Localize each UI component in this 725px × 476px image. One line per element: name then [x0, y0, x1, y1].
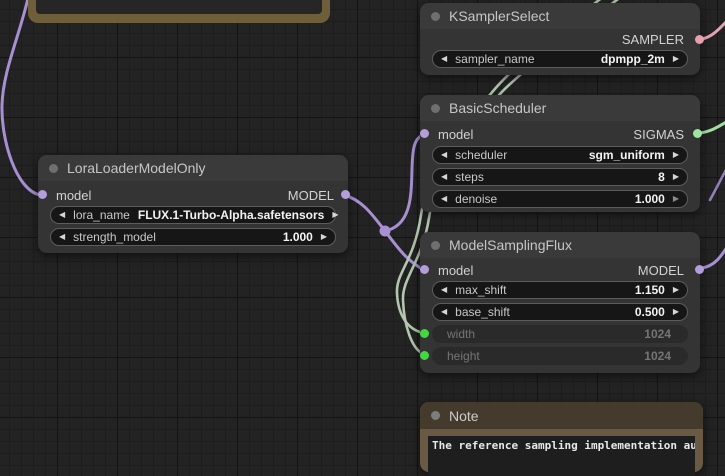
wire-loraloader-to-basicscheduler: [383, 133, 426, 233]
widget-value: 1.000: [282, 230, 313, 244]
widget-label: height: [447, 349, 480, 363]
comfyui-canvas[interactable]: { "colors": { "wire_model": "#a78fd2", "…: [0, 0, 725, 476]
arrow-left-icon[interactable]: ◀: [441, 286, 447, 294]
widget-label: width: [447, 327, 476, 341]
arrow-right-icon[interactable]: ▶: [673, 195, 679, 203]
widget-label: denoise: [455, 192, 498, 206]
node-title: ModelSamplingFlux: [449, 237, 572, 253]
arrow-left-icon[interactable]: ◀: [441, 308, 447, 316]
arrow-right-icon[interactable]: ▶: [673, 151, 679, 159]
note-text-area[interactable]: The reference sampling implementation au…: [428, 436, 695, 476]
arrow-left-icon[interactable]: ◀: [441, 173, 447, 181]
widget-value: FLUX.1-Turbo-Alpha.safetensors: [137, 208, 325, 222]
node-ksamplerselect[interactable]: KSamplerSelect SAMPLER ◀ sampler_name dp…: [420, 3, 704, 75]
widget-width-converted-input: width 1024: [432, 325, 688, 343]
arrow-right-icon[interactable]: ▶: [673, 308, 679, 316]
node-titlebar[interactable]: KSamplerSelect: [420, 3, 700, 29]
output-slot-sigmas-dot[interactable]: [693, 129, 702, 138]
node-title: LoraLoaderModelOnly: [67, 160, 206, 176]
collapse-dot-icon[interactable]: [431, 240, 440, 250]
widget-value: sgm_uniform: [588, 148, 665, 162]
widget-label: base_shift: [455, 305, 510, 319]
link-midpoint-dot[interactable]: [379, 225, 391, 237]
collapse-dot-icon[interactable]: [431, 411, 440, 420]
arrow-left-icon[interactable]: ◀: [59, 233, 65, 241]
output-label-sigmas: SIGMAS: [633, 127, 684, 142]
node-titlebar[interactable]: LoraLoaderModelOnly: [38, 155, 348, 181]
node-note-partial[interactable]: [28, 0, 330, 23]
node-modelsamplingflux[interactable]: ModelSamplingFlux model MODEL ◀ max_shif…: [420, 232, 704, 373]
output-label-sampler: SAMPLER: [621, 32, 684, 47]
wire-model-into-loraloader: [0, 0, 42, 197]
node-title: Note: [449, 407, 479, 424]
widget-value: 1024: [644, 327, 671, 341]
collapse-dot-icon[interactable]: [431, 11, 440, 21]
wire-sampler-output: [700, 20, 725, 41]
widget-denoise[interactable]: ◀ denoise 1.000 ▶: [432, 190, 688, 208]
widget-lora-name[interactable]: ◀ lora_name FLUX.1-Turbo-Alpha.safetenso…: [50, 206, 338, 224]
input-label-model: model: [56, 188, 92, 203]
note-text-area[interactable]: [36, 0, 322, 14]
arrow-right-icon[interactable]: ▶: [332, 211, 338, 219]
output-label-model: MODEL: [287, 188, 334, 203]
widget-label: max_shift: [455, 283, 507, 297]
collapse-dot-icon[interactable]: [431, 103, 440, 113]
widget-strength-model[interactable]: ◀ strength_model 1.000 ▶: [50, 228, 336, 246]
widget-value: dpmpp_2m: [600, 52, 665, 66]
input-slot-model-dot[interactable]: [420, 129, 429, 138]
arrow-right-icon[interactable]: ▶: [321, 233, 327, 241]
widget-label: strength_model: [73, 230, 156, 244]
node-titlebar[interactable]: BasicScheduler: [420, 95, 700, 121]
widget-value: 0.500: [634, 305, 665, 319]
widget-value: 1.000: [634, 192, 665, 206]
wire-modelsamplingflux-output: [700, 247, 725, 270]
input-label-model: model: [438, 127, 474, 142]
node-titlebar[interactable]: Note: [420, 402, 703, 429]
arrow-left-icon[interactable]: ◀: [441, 195, 447, 203]
arrow-left-icon[interactable]: ◀: [59, 211, 65, 219]
collapse-dot-icon[interactable]: [49, 163, 58, 173]
arrow-left-icon[interactable]: ◀: [441, 151, 447, 159]
widget-label: lora_name: [73, 208, 130, 222]
widget-scheduler[interactable]: ◀ scheduler sgm_uniform ▶: [432, 146, 688, 164]
widget-label: steps: [455, 170, 484, 184]
node-title: BasicScheduler: [449, 100, 547, 116]
output-slot-model-dot[interactable]: [341, 190, 350, 199]
input-slot-model-dot[interactable]: [38, 190, 47, 199]
widget-steps[interactable]: ◀ steps 8 ▶: [432, 168, 688, 186]
widget-sampler-name[interactable]: ◀ sampler_name dpmpp_2m ▶: [432, 50, 688, 68]
node-note[interactable]: Note The reference sampling implementati…: [420, 402, 703, 476]
widget-label: scheduler: [455, 148, 508, 162]
node-title: KSamplerSelect: [449, 8, 550, 24]
node-basicscheduler[interactable]: BasicScheduler model SIGMAS ◀ scheduler …: [420, 95, 702, 212]
input-label-model: model: [438, 263, 474, 278]
input-slot-height-dot[interactable]: [420, 351, 429, 360]
output-slot-model-dot[interactable]: [695, 265, 704, 274]
arrow-right-icon[interactable]: ▶: [673, 173, 679, 181]
widget-value: 8: [658, 170, 665, 184]
output-slot-sampler-dot[interactable]: [695, 35, 704, 44]
widget-value: 1024: [644, 349, 671, 363]
wire-sigmas-output: [697, 121, 725, 135]
widget-value: 1.150: [634, 283, 665, 297]
input-slot-width-dot[interactable]: [420, 329, 429, 338]
widget-label: sampler_name: [455, 52, 535, 66]
widget-base-shift[interactable]: ◀ base_shift 0.500 ▶: [432, 303, 688, 321]
arrow-right-icon[interactable]: ▶: [673, 55, 679, 63]
widget-height-converted-input: height 1024: [432, 347, 688, 365]
arrow-right-icon[interactable]: ▶: [673, 286, 679, 294]
widget-max-shift[interactable]: ◀ max_shift 1.150 ▶: [432, 281, 688, 299]
wire-model-edge-segment: [708, 168, 725, 202]
input-slot-model-dot[interactable]: [420, 265, 429, 274]
arrow-left-icon[interactable]: ◀: [441, 55, 447, 63]
output-label-model: MODEL: [637, 263, 684, 278]
node-loraloadermodelonly[interactable]: LoraLoaderModelOnly model MODEL ◀ lora_n…: [38, 155, 350, 253]
node-titlebar[interactable]: ModelSamplingFlux: [420, 232, 700, 258]
